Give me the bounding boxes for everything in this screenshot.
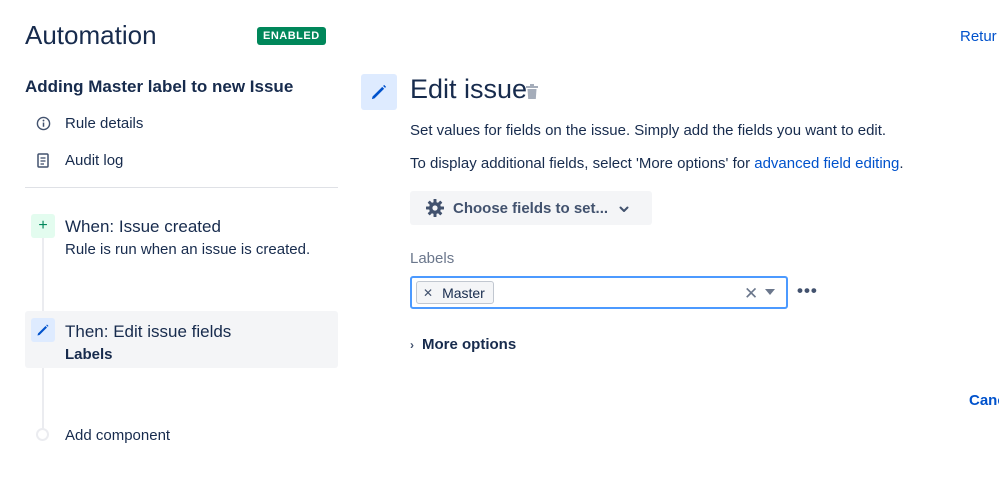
clear-icon[interactable]: ✕ <box>744 285 758 302</box>
page-title: Automation <box>25 20 157 50</box>
more-options-toggle[interactable]: › More options <box>410 336 516 353</box>
choose-fields-button[interactable]: Choose fields to set... <box>410 191 652 225</box>
sidebar-item-label: Rule details <box>65 115 144 132</box>
sidebar-item-rule-details[interactable]: Rule details <box>35 115 143 132</box>
info-icon <box>35 116 51 132</box>
label-tag: ✕ Master <box>416 281 494 304</box>
more-actions-icon[interactable]: ••• <box>797 281 818 301</box>
chevron-right-icon: › <box>410 337 414 352</box>
chevron-down-icon <box>618 202 630 214</box>
rule-name: Adding Master label to new Issue <box>25 77 294 96</box>
remove-tag-icon[interactable]: ✕ <box>423 286 433 300</box>
document-icon <box>35 153 51 169</box>
trigger-title[interactable]: When: Issue created <box>65 217 221 237</box>
sidebar-item-label: Audit log <box>65 152 124 169</box>
trigger-subtitle: Rule is run when an issue is created. <box>65 241 311 258</box>
action-subtitle: Labels <box>65 346 113 363</box>
add-component-link[interactable]: Add component <box>65 427 170 444</box>
pencil-icon <box>31 318 55 342</box>
return-link[interactable]: Retur <box>960 28 997 45</box>
advanced-editing-hint: To display additional fields, select 'Mo… <box>410 155 904 172</box>
component-description: Set values for fields on the issue. Simp… <box>410 122 887 139</box>
more-options-label: More options <box>422 336 517 353</box>
dropdown-caret-icon[interactable] <box>765 289 775 295</box>
plus-icon: + <box>31 214 55 238</box>
action-title[interactable]: Then: Edit issue fields <box>65 322 231 342</box>
add-component-dot-icon <box>36 428 49 441</box>
choose-fields-label: Choose fields to set... <box>453 199 609 217</box>
advanced-field-editing-link[interactable]: advanced field editing <box>754 155 899 172</box>
status-badge: ENABLED <box>257 27 326 45</box>
label-tag-text: Master <box>442 284 485 301</box>
sidebar-divider <box>25 187 338 188</box>
labels-field-label: Labels <box>410 250 455 267</box>
trash-icon[interactable] <box>526 84 540 100</box>
component-title: Edit issue <box>410 74 528 104</box>
gear-icon <box>425 198 445 218</box>
sidebar-item-audit-log[interactable]: Audit log <box>35 152 123 169</box>
pencil-icon <box>361 74 397 110</box>
cancel-button[interactable]: Canc <box>969 392 999 409</box>
